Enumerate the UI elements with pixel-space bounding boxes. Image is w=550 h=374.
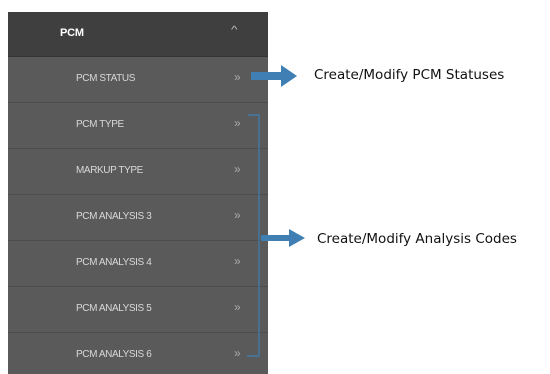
- pcm-statuses-callout: Create/Modify PCM Statuses: [314, 67, 505, 83]
- annotation-overlay: [247, 65, 305, 357]
- arrow-right-icon: [261, 229, 305, 247]
- arrow-right-icon: [251, 65, 297, 87]
- bracket-outline: [247, 114, 260, 357]
- analysis-codes-callout: Create/Modify Analysis Codes: [317, 231, 517, 247]
